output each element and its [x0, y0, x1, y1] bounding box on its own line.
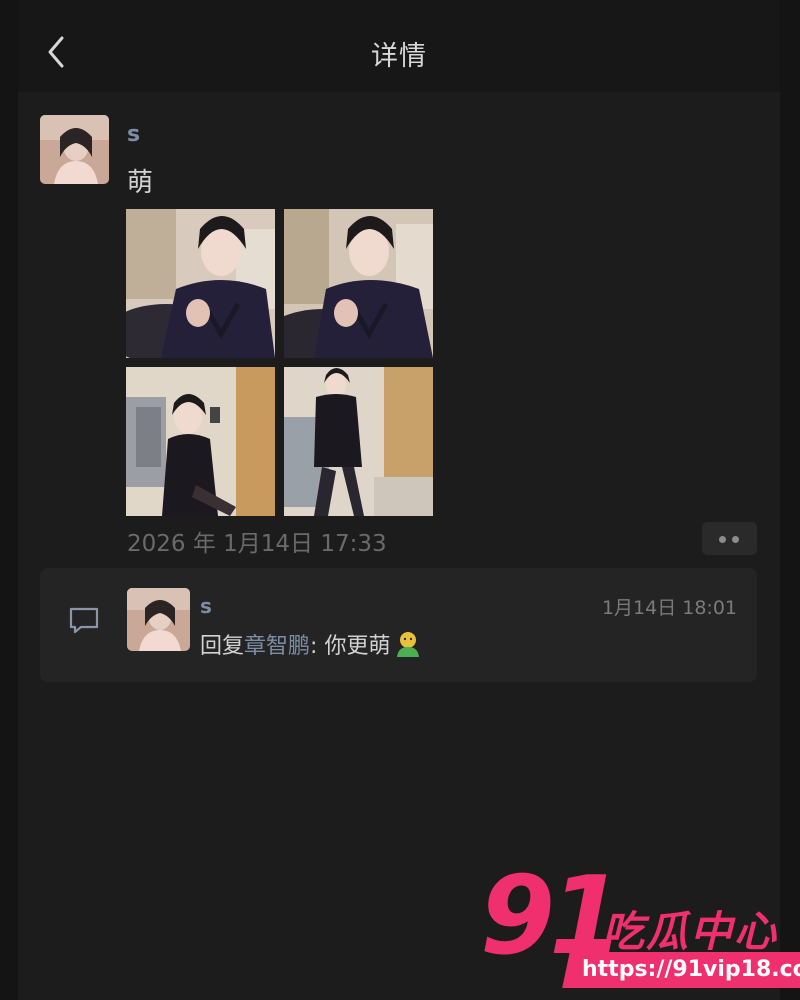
post-photo[interactable] — [126, 367, 275, 516]
reply-separator: : — [310, 634, 325, 659]
reply-prefix: 回复 — [200, 634, 245, 659]
post-author-avatar[interactable] — [40, 115, 109, 184]
header-bar: 详情 — [18, 0, 780, 92]
post-photo[interactable] — [126, 209, 275, 358]
post-timestamp: 2026 年 1月14日 17:33 — [127, 531, 387, 557]
watermark-url: https://91vip18.com — [562, 952, 800, 988]
comment-author-name[interactable]: s — [200, 594, 212, 618]
comment-author-avatar[interactable] — [127, 588, 190, 651]
post-photo[interactable] — [284, 209, 433, 358]
post-author-name[interactable]: s — [127, 122, 140, 147]
comment-card: s 1月14日 18:01 回复章智鹏: 你更萌 — [40, 568, 757, 682]
comment-timestamp: 1月14日 18:01 — [601, 597, 737, 619]
comment-text: 回复章智鹏: 你更萌 — [200, 628, 422, 660]
more-button[interactable] — [702, 522, 757, 555]
watermark-name: 吃瓜中心 — [602, 907, 779, 956]
comment-body: 你更萌 — [324, 634, 391, 659]
page-title: 详情 — [371, 41, 427, 72]
emoji-face-icon — [397, 632, 420, 657]
post-photo[interactable] — [284, 367, 433, 516]
more-dots-icon — [719, 536, 726, 543]
reply-target-name[interactable]: 章智鹏 — [244, 634, 310, 659]
comment-icon — [69, 607, 99, 634]
more-dots-icon — [732, 536, 739, 543]
watermark-url-text: https://91vip18.com — [582, 957, 800, 982]
detail-screen: 详情 s 萌 2026 年 1月14日 17:33 s 1月14日 18:01 … — [18, 0, 780, 1000]
post-text: 萌 — [127, 168, 154, 198]
watermark-logo: 91 吃瓜中心 https://91vip18.com — [480, 854, 800, 1000]
